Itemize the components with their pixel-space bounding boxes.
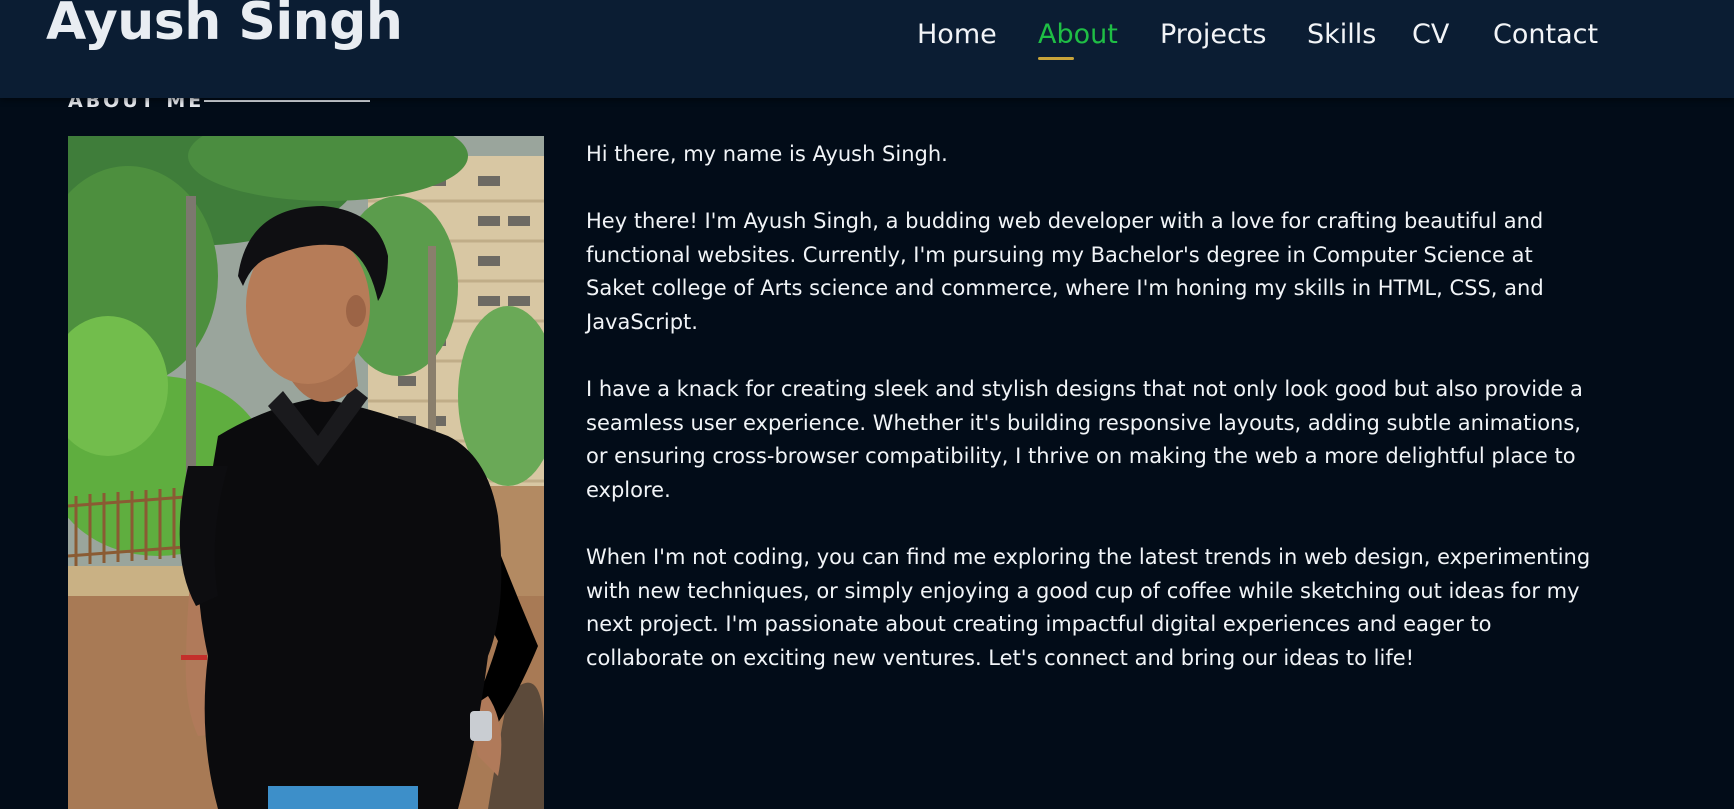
about-bio: Hi there, my name is Ayush Singh. Hey th… (586, 138, 1596, 709)
profile-photo (68, 136, 544, 809)
nav-cv[interactable]: CV (1412, 18, 1449, 52)
nav-about[interactable]: About (1038, 18, 1118, 52)
section-title-line (204, 100, 370, 102)
site-header: Ayush Singh Home About Projects Skills C… (0, 0, 1734, 98)
bio-intro: Hi there, my name is Ayush Singh. (586, 142, 948, 166)
nav-contact[interactable]: Contact (1493, 18, 1598, 52)
nav-skills[interactable]: Skills (1307, 18, 1376, 52)
bio-paragraph: Hey there! I'm Ayush Singh, a budding we… (586, 209, 1544, 334)
bio-paragraph: I have a knack for creating sleek and st… (586, 377, 1583, 502)
active-nav-underline (1038, 57, 1074, 60)
bio-paragraph: When I'm not coding, you can find me exp… (586, 545, 1591, 670)
main-nav: Home About Projects Skills CV Contact (0, 18, 1734, 62)
nav-home[interactable]: Home (917, 18, 997, 52)
nav-projects[interactable]: Projects (1160, 18, 1266, 52)
